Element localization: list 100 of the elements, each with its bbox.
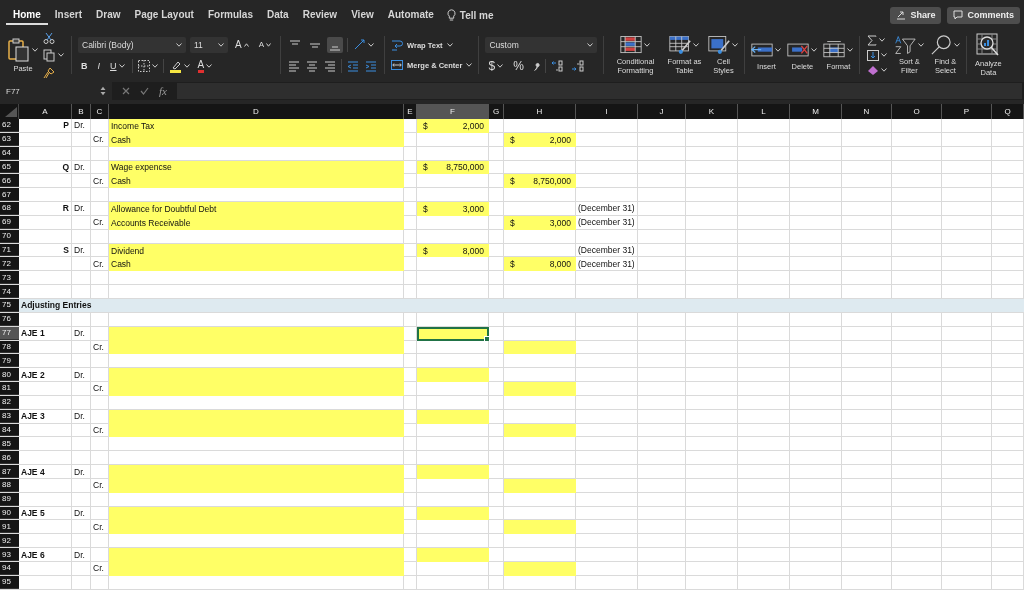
- brush-icon[interactable]: [43, 66, 55, 79]
- clipboard-icon[interactable]: [8, 37, 30, 62]
- row-header[interactable]: 79: [0, 354, 19, 368]
- column-header[interactable]: H: [504, 104, 576, 119]
- insert-function-button[interactable]: fx: [159, 85, 167, 97]
- row-header[interactable]: 91: [0, 520, 19, 534]
- copy-icon[interactable]: [43, 48, 56, 62]
- increase-indent-icon[interactable]: [365, 60, 377, 72]
- share-button[interactable]: Share: [890, 6, 942, 24]
- column-header[interactable]: A: [19, 104, 72, 119]
- caret-icon[interactable]: [732, 43, 739, 47]
- comma-style-icon[interactable]: [531, 60, 540, 72]
- column-header[interactable]: K: [686, 104, 738, 119]
- row-header[interactable]: 92: [0, 534, 19, 548]
- caret-icon[interactable]: [644, 43, 651, 47]
- caret-icon[interactable]: [58, 53, 64, 57]
- comments-button[interactable]: Comments: [947, 6, 1020, 24]
- grow-font-button[interactable]: A: [232, 39, 252, 50]
- row-header[interactable]: 80: [0, 368, 19, 382]
- row-header[interactable]: 87: [0, 465, 19, 478]
- caret-icon[interactable]: [118, 64, 125, 68]
- bottom-align-icon[interactable]: [327, 37, 343, 53]
- ribbon-tab[interactable]: Review: [295, 5, 345, 25]
- caret-icon[interactable]: [183, 64, 190, 68]
- cancel-icon[interactable]: [122, 87, 130, 95]
- tell-me-search[interactable]: Tell me: [440, 5, 500, 25]
- row-header[interactable]: 72: [0, 257, 19, 271]
- increase-decimal-icon[interactable]: [550, 60, 565, 72]
- borders-icon[interactable]: [137, 60, 150, 72]
- caret-icon[interactable]: [811, 47, 818, 52]
- row-header[interactable]: 68: [0, 202, 19, 215]
- table-cell[interactable]: $ 8,000: [504, 257, 576, 272]
- percent-button[interactable]: %: [510, 59, 527, 73]
- column-header[interactable]: O: [892, 104, 942, 119]
- caret-icon[interactable]: [368, 43, 374, 47]
- fill-down-icon[interactable]: [867, 49, 880, 61]
- table-cell[interactable]: $ 8,750,000: [504, 174, 576, 189]
- column-header[interactable]: Q: [992, 104, 1024, 119]
- row-header[interactable]: 81: [0, 382, 19, 395]
- sum-icon[interactable]: [867, 34, 878, 46]
- caret-icon[interactable]: [176, 42, 182, 47]
- column-header[interactable]: M: [790, 104, 842, 119]
- eraser-icon[interactable]: [867, 64, 880, 76]
- select-all-icon[interactable]: [5, 107, 17, 117]
- font-dropdown[interactable]: Calibri (Body): [78, 36, 186, 53]
- table-cell[interactable]: $ 2,000: [417, 119, 489, 133]
- bold-button[interactable]: B: [78, 61, 91, 71]
- column-header[interactable]: G: [489, 104, 504, 119]
- currency-button[interactable]: $: [485, 59, 507, 73]
- column-header[interactable]: C: [91, 104, 109, 119]
- caret-icon[interactable]: [446, 43, 453, 47]
- row-header[interactable]: 73: [0, 271, 19, 285]
- caret-icon[interactable]: [466, 63, 473, 67]
- column-header[interactable]: I: [576, 104, 638, 119]
- caret-icon[interactable]: [151, 64, 158, 68]
- column-header[interactable]: B: [72, 104, 91, 119]
- row-header[interactable]: 62: [0, 119, 19, 132]
- row-header[interactable]: 74: [0, 285, 19, 298]
- font-size-dropdown[interactable]: 11: [190, 36, 228, 53]
- ribbon-tab[interactable]: Insert: [47, 5, 90, 25]
- table-cell[interactable]: $ 3,000: [417, 202, 489, 216]
- caret-icon[interactable]: [879, 38, 886, 42]
- caret-icon[interactable]: [881, 68, 888, 72]
- caret-icon[interactable]: [847, 47, 854, 52]
- highlighter-icon[interactable]: [168, 59, 182, 73]
- underline-button[interactable]: U: [107, 61, 128, 71]
- column-header[interactable]: P: [942, 104, 992, 119]
- caret-icon[interactable]: [218, 42, 224, 47]
- column-header[interactable]: N: [842, 104, 892, 119]
- decrease-indent-icon[interactable]: [347, 60, 359, 72]
- caret-icon[interactable]: [206, 64, 213, 68]
- caret-icon[interactable]: [775, 47, 782, 52]
- caret-icon[interactable]: [693, 43, 700, 47]
- table-cell[interactable]: Cash: [109, 257, 404, 272]
- row-header[interactable]: 85: [0, 437, 19, 451]
- checkmark-icon[interactable]: [140, 87, 149, 95]
- row-header[interactable]: 66: [0, 174, 19, 188]
- column-header[interactable]: J: [638, 104, 686, 119]
- number-format-dropdown[interactable]: Custom: [485, 37, 598, 53]
- align-left-icon[interactable]: [288, 60, 300, 72]
- ribbon-tab[interactable]: Page Layout: [127, 5, 201, 25]
- ribbon-tab[interactable]: View: [344, 5, 381, 25]
- caret-icon[interactable]: [881, 53, 888, 57]
- table-cell[interactable]: Cash: [109, 174, 404, 189]
- orientation-icon[interactable]: [353, 39, 366, 51]
- decrease-decimal-icon[interactable]: [570, 60, 585, 72]
- ribbon-tab[interactable]: Formulas: [200, 5, 260, 25]
- row-header[interactable]: 67: [0, 188, 19, 202]
- ribbon-tab[interactable]: Home: [6, 5, 48, 25]
- caret-icon[interactable]: [497, 64, 504, 68]
- caret-icon[interactable]: [32, 47, 38, 52]
- table-cell[interactable]: Income Tax: [109, 119, 404, 133]
- font-color-button[interactable]: A: [194, 59, 216, 73]
- row-header[interactable]: 94: [0, 562, 19, 575]
- name-box[interactable]: F77: [0, 82, 112, 100]
- align-right-icon[interactable]: [324, 60, 336, 72]
- align-center-icon[interactable]: [306, 60, 318, 72]
- column-header[interactable]: F: [417, 104, 489, 119]
- column-header[interactable]: L: [738, 104, 790, 119]
- caret-icon[interactable]: [954, 43, 961, 47]
